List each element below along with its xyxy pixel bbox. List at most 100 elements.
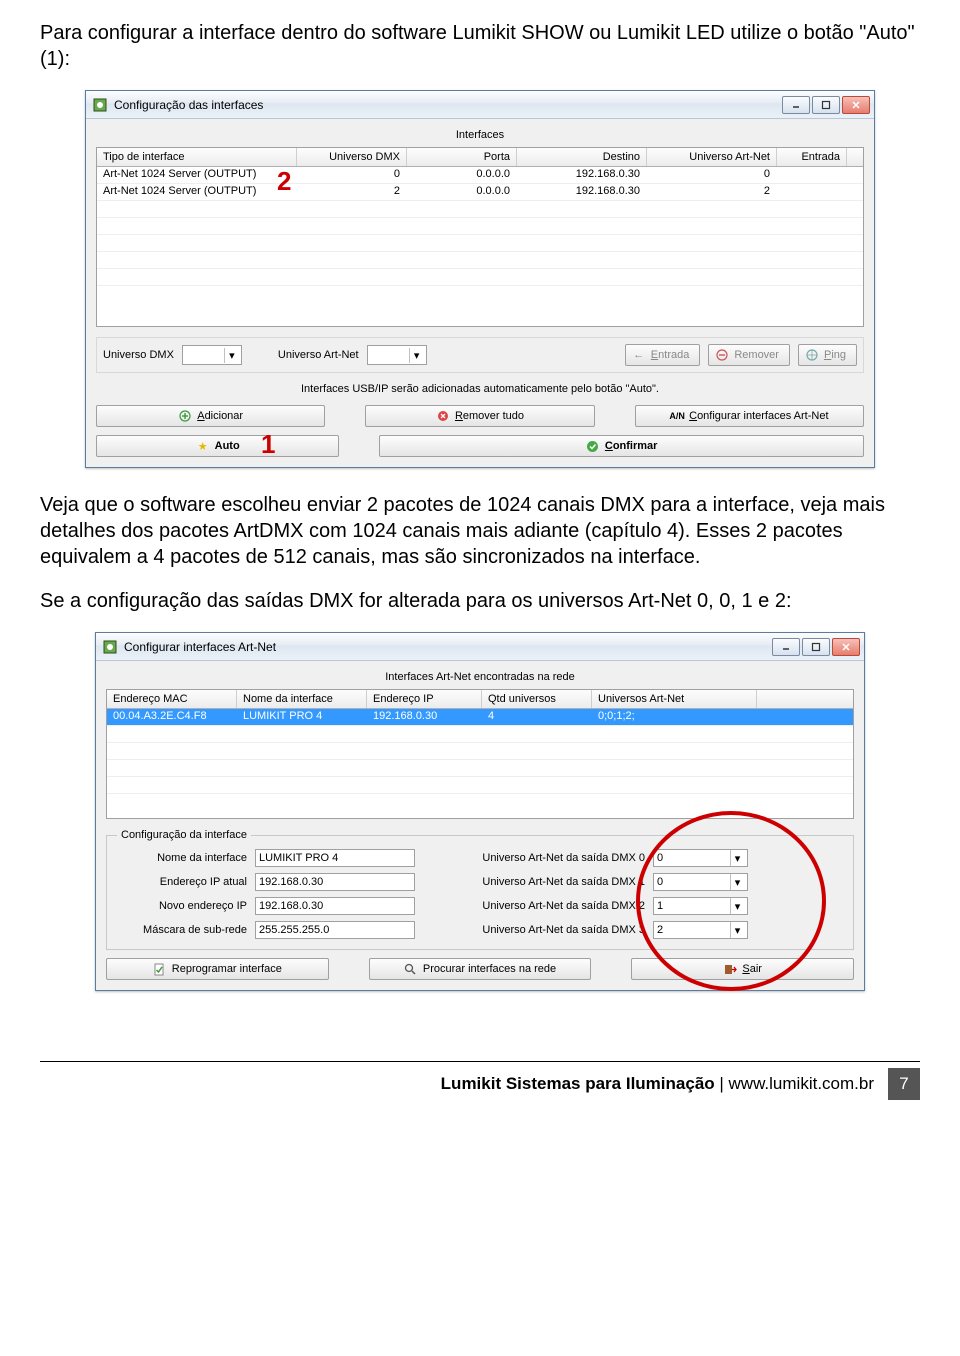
novo-ip-field[interactable]: 192.168.0.30 <box>255 897 415 915</box>
btn-label: Confirmar <box>605 440 658 452</box>
label-u2: Universo Art-Net da saída DMX 2 <box>445 900 645 912</box>
interfaces-grid[interactable]: Tipo de interface Universo DMX Porta Des… <box>96 147 864 327</box>
cell: 0.0.0.0 <box>407 167 517 183</box>
sair-button[interactable]: Sair <box>631 958 854 980</box>
found-interfaces-grid[interactable]: Endereço MAC Nome da interface Endereço … <box>106 689 854 819</box>
cell: 4 <box>482 709 592 725</box>
btn-label: Configurar interfaces Art-Net <box>689 410 828 422</box>
btn-label: Auto <box>215 440 240 452</box>
col-header[interactable]: Endereço IP <box>367 690 482 708</box>
u0-combo[interactable]: 0▾ <box>653 849 748 867</box>
auto-note: Interfaces USB/IP serão adicionadas auto… <box>96 383 864 395</box>
ping-button[interactable]: Ping <box>798 344 857 366</box>
col-header[interactable]: Entrada <box>777 148 847 166</box>
cell: LUMIKIT PRO 4 <box>237 709 367 725</box>
col-header[interactable]: Universos Art-Net <box>592 690 757 708</box>
btn-label: Sair <box>742 963 762 975</box>
col-header[interactable]: Destino <box>517 148 647 166</box>
label-universo-artnet: Universo Art-Net <box>278 349 359 361</box>
label-u1: Universo Art-Net da saída DMX 1 <box>445 876 645 888</box>
btn-label: Adicionar <box>197 410 243 422</box>
app-icon <box>102 639 118 655</box>
table-row[interactable]: Art-Net 1024 Server (OUTPUT) 2 0.0.0.0 1… <box>97 184 863 201</box>
col-header[interactable]: Tipo de interface <box>97 148 297 166</box>
grid-caption: Interfaces Art-Net encontradas na rede <box>106 671 854 683</box>
config-artnet-button[interactable]: A/N Configurar interfaces Art-Net <box>635 405 864 427</box>
grid-caption: Interfaces <box>96 129 864 141</box>
btn-label: Procurar interfaces na rede <box>423 963 556 975</box>
window-title: Configuração das interfaces <box>114 98 782 112</box>
arrow-left-icon: ← <box>632 348 646 362</box>
reprogramar-button[interactable]: Reprogramar interface <box>106 958 329 980</box>
cell: 0 <box>647 167 777 183</box>
universo-dmx-combo[interactable]: ▾ <box>182 345 242 365</box>
adicionar-button[interactable]: Adicionar <box>96 405 325 427</box>
remover-tudo-button[interactable]: Remover tudo <box>365 405 594 427</box>
mask-field[interactable]: 255.255.255.0 <box>255 921 415 939</box>
page-number: 7 <box>888 1068 920 1100</box>
remover-button[interactable]: Remover <box>708 344 790 366</box>
fieldset-legend: Configuração da interface <box>117 829 251 841</box>
paragraph-3: Se a configuração das saídas DMX for alt… <box>40 588 920 614</box>
ip-atual-field[interactable]: 192.168.0.30 <box>255 873 415 891</box>
minimize-button[interactable] <box>772 638 800 656</box>
fieldset-config: Configuração da interface Nome da interf… <box>106 829 854 950</box>
label-novo-ip: Novo endereço IP <box>117 900 247 912</box>
maximize-button[interactable] <box>802 638 830 656</box>
maximize-button[interactable] <box>812 96 840 114</box>
btn-label: Reprogramar interface <box>172 963 282 975</box>
procurar-button[interactable]: Procurar interfaces na rede <box>369 958 592 980</box>
label-u0: Universo Art-Net da saída DMX 0 <box>445 852 645 864</box>
nome-field[interactable]: LUMIKIT PRO 4 <box>255 849 415 867</box>
cell: Art-Net 1024 Server (OUTPUT) <box>97 167 297 183</box>
label-universo-dmx: Universo DMX <box>103 349 174 361</box>
u3-combo[interactable]: 2▾ <box>653 921 748 939</box>
cell: 0.0.0.0 <box>407 184 517 200</box>
close-button[interactable] <box>832 638 860 656</box>
chevron-down-icon: ▾ <box>224 348 239 363</box>
magnifier-icon <box>404 962 418 976</box>
col-header[interactable]: Nome da interface <box>237 690 367 708</box>
plus-circle-icon <box>178 409 192 423</box>
app-icon <box>92 97 108 113</box>
footer-text: Lumikit Sistemas para Iluminação | www.l… <box>441 1074 874 1094</box>
btn-label: Ping <box>824 349 846 361</box>
x-circle-icon <box>436 409 450 423</box>
label-mask: Máscara de sub-rede <box>117 924 247 936</box>
titlebar: Configurar interfaces Art-Net <box>96 633 864 661</box>
col-header[interactable]: Endereço MAC <box>107 690 237 708</box>
check-circle-icon <box>586 439 600 453</box>
universo-artnet-combo[interactable]: ▾ <box>367 345 427 365</box>
confirmar-button[interactable]: Confirmar <box>379 435 864 457</box>
label-ip-atual: Endereço IP atual <box>117 876 247 888</box>
table-row[interactable]: Art-Net 1024 Server (OUTPUT) 0 0.0.0.0 1… <box>97 167 863 184</box>
btn-label: Remover tudo <box>455 410 524 422</box>
btn-label: Remover <box>734 349 779 361</box>
table-row[interactable]: 00.04.A3.2E.C4.F8 LUMIKIT PRO 4 192.168.… <box>107 709 853 726</box>
entrada-button[interactable]: ← Entrada <box>625 344 701 366</box>
label-nome: Nome da interface <box>117 852 247 864</box>
col-header[interactable]: Porta <box>407 148 517 166</box>
cell <box>777 184 847 200</box>
annotation-2: 2 <box>277 166 291 197</box>
cell: 0;0;1;2; <box>592 709 757 725</box>
cell: Art-Net 1024 Server (OUTPUT) <box>97 184 297 200</box>
u2-combo[interactable]: 1▾ <box>653 897 748 915</box>
auto-button[interactable]: ★ Auto <box>96 435 339 457</box>
cell: 0 <box>297 167 407 183</box>
minimize-button[interactable] <box>782 96 810 114</box>
col-header[interactable]: Universo Art-Net <box>647 148 777 166</box>
window-title: Configurar interfaces Art-Net <box>124 640 772 654</box>
check-doc-icon <box>153 962 167 976</box>
cell: 192.168.0.30 <box>517 167 647 183</box>
paragraph-1: Para configurar a interface dentro do so… <box>40 20 920 72</box>
cell <box>777 167 847 183</box>
u1-combo[interactable]: 0▾ <box>653 873 748 891</box>
close-button[interactable] <box>842 96 870 114</box>
artnet-icon: A/N <box>670 409 684 423</box>
titlebar: Configuração das interfaces <box>86 91 874 119</box>
col-header[interactable]: Universo DMX <box>297 148 407 166</box>
cell: 192.168.0.30 <box>517 184 647 200</box>
paragraph-2: Veja que o software escolheu enviar 2 pa… <box>40 492 920 570</box>
col-header[interactable]: Qtd universos <box>482 690 592 708</box>
